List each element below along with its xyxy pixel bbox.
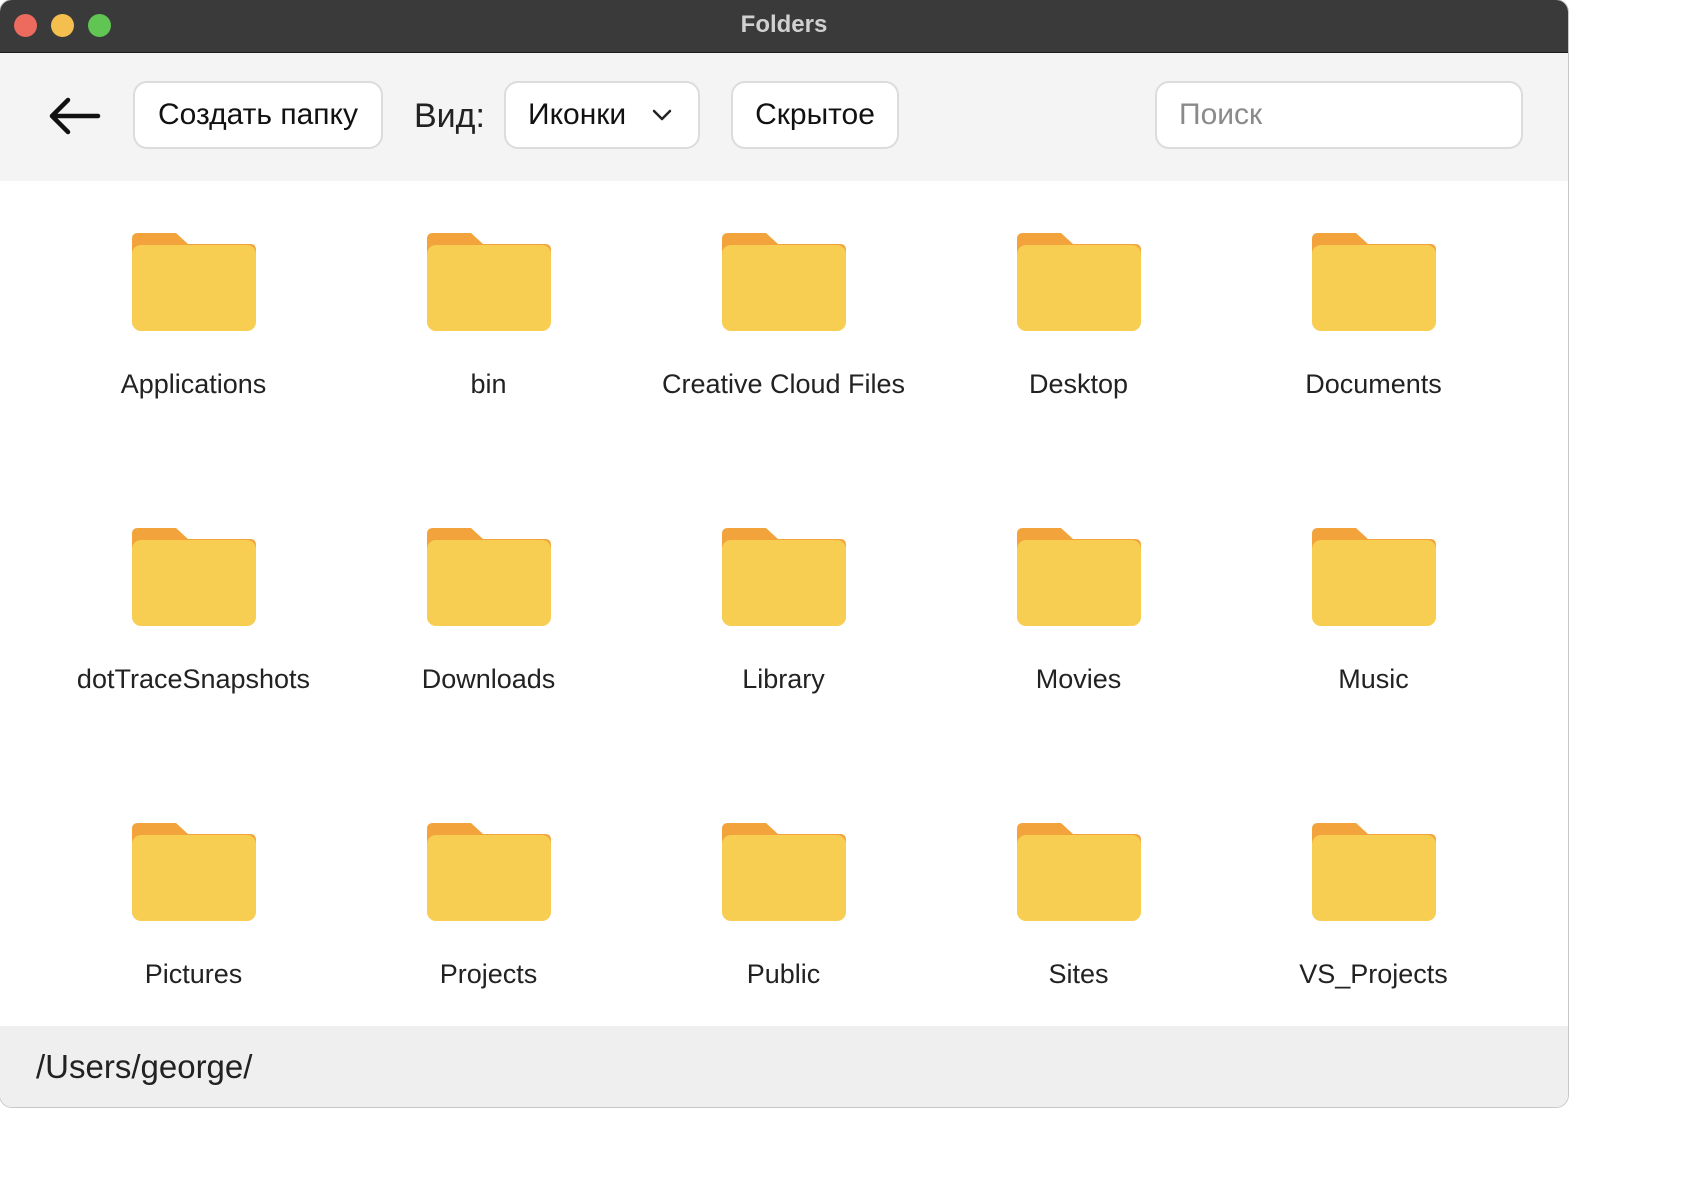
folder-icon: [132, 233, 256, 331]
folder-name: Downloads: [421, 664, 556, 694]
folder-item[interactable]: Creative Cloud Files: [636, 181, 931, 461]
show-hidden-button[interactable]: Скрытое: [731, 81, 899, 149]
folder-name: Applications: [120, 369, 267, 399]
folder-name: dotTraceSnapshots: [76, 664, 311, 694]
folder-icon: [1312, 823, 1436, 921]
folder-item[interactable]: Documents: [1226, 181, 1521, 461]
folder-grid: Applications bin Creative Cloud Files Deskt…: [46, 181, 1522, 1026]
arrow-left-icon: [49, 97, 101, 135]
create-folder-button[interactable]: Создать папку: [133, 81, 383, 149]
folder-item[interactable]: Movies: [931, 476, 1226, 756]
folder-name: Public: [746, 959, 821, 989]
folder-icon: [722, 528, 846, 626]
status-bar: /Users/george/: [0, 1026, 1568, 1107]
folder-name: Music: [1338, 664, 1409, 694]
folder-item[interactable]: Pictures: [46, 771, 341, 1051]
folder-icon: [132, 528, 256, 626]
folder-name: bin: [470, 369, 507, 399]
view-label: Вид:: [414, 97, 485, 135]
show-hidden-label: Скрытое: [755, 98, 875, 131]
folder-name: Desktop: [1028, 369, 1129, 399]
folder-name: Sites: [1048, 959, 1109, 989]
folder-icon: [1017, 823, 1141, 921]
toolbar: Создать папку Вид: Иконки Скрытое: [0, 53, 1568, 181]
window-title: Folders: [740, 11, 828, 38]
folder-name: Movies: [1035, 664, 1122, 694]
view-select[interactable]: Иконки: [504, 81, 700, 149]
folder-icon: [427, 528, 551, 626]
folder-name: VS_Projects: [1299, 959, 1448, 989]
folder-icon: [132, 823, 256, 921]
folder-icon: [427, 823, 551, 921]
back-button[interactable]: [44, 91, 104, 141]
folder-icon: [722, 823, 846, 921]
search-input[interactable]: [1155, 81, 1523, 149]
folder-name: Projects: [439, 959, 538, 989]
folder-item[interactable]: bin: [341, 181, 636, 461]
folder-icon: [1312, 233, 1436, 331]
folder-item[interactable]: Public: [636, 771, 931, 1051]
folder-item[interactable]: Music: [1226, 476, 1521, 756]
folder-icon: [1312, 528, 1436, 626]
folder-icon: [1017, 528, 1141, 626]
current-path: /Users/george/: [36, 1048, 253, 1085]
folder-icon: [722, 233, 846, 331]
folder-item[interactable]: Library: [636, 476, 931, 756]
app-window: Folders Создать папку Вид: Иконки Скрыто…: [0, 0, 1568, 1107]
folder-item[interactable]: VS_Projects: [1226, 771, 1521, 1051]
folder-icon: [427, 233, 551, 331]
folder-icon: [1017, 233, 1141, 331]
create-folder-label: Создать папку: [158, 98, 358, 131]
folder-item[interactable]: Desktop: [931, 181, 1226, 461]
folder-name: Library: [742, 664, 825, 694]
title-bar: Folders: [0, 0, 1568, 53]
folder-name: Creative Cloud Files: [661, 369, 906, 399]
chevron-down-icon: [652, 109, 672, 121]
folder-item[interactable]: Sites: [931, 771, 1226, 1051]
folder-item[interactable]: Applications: [46, 181, 341, 461]
folder-name: Documents: [1305, 369, 1442, 399]
view-select-value: Иконки: [528, 98, 627, 131]
folder-item[interactable]: Downloads: [341, 476, 636, 756]
folder-name: Pictures: [144, 959, 243, 989]
folder-item[interactable]: Projects: [341, 771, 636, 1051]
folder-item[interactable]: dotTraceSnapshots: [46, 476, 341, 756]
